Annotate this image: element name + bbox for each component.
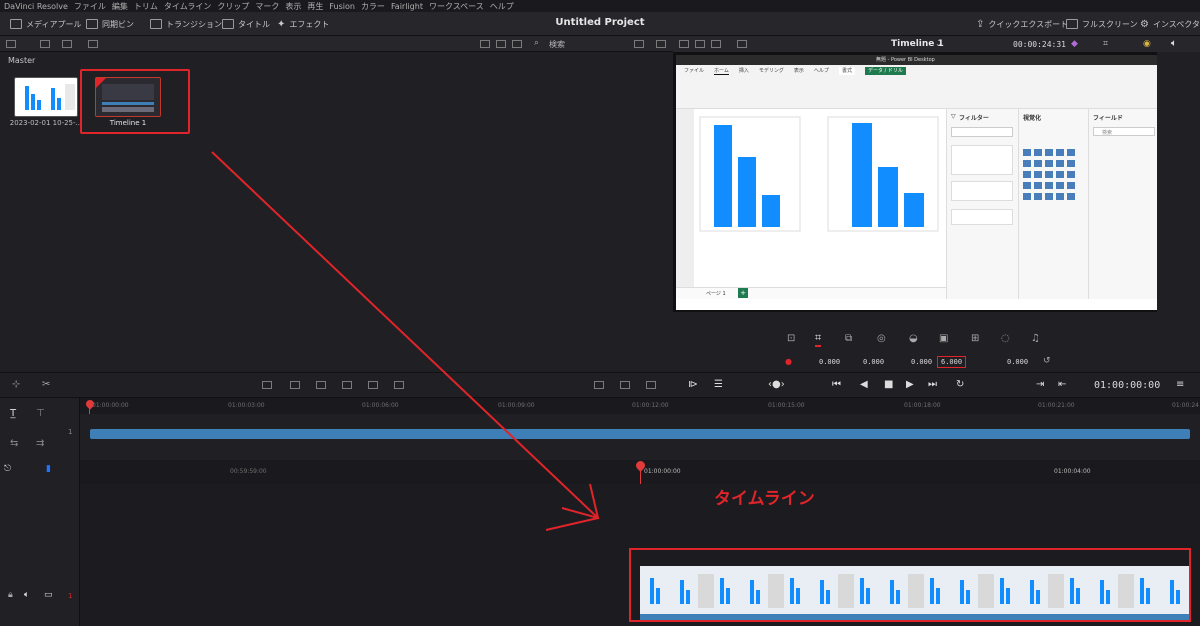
annotation-arrow xyxy=(211,151,600,531)
